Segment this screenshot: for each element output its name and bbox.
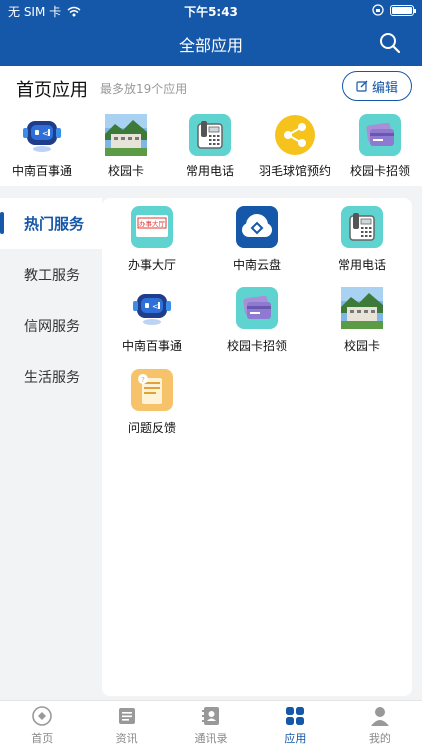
person-icon — [370, 707, 389, 726]
category-hot-services[interactable]: 热门服务 — [0, 198, 102, 249]
search-icon[interactable] — [378, 31, 402, 55]
app-label: 校园卡 — [343, 339, 380, 353]
tab-home[interactable]: 首页 — [0, 701, 84, 750]
category-life-services[interactable]: 生活服务 — [0, 351, 102, 402]
home-app-item[interactable]: 中南百事通 — [0, 114, 84, 179]
rotation-lock-icon — [372, 4, 384, 16]
status-bar: 无 SIM 卡 下午5:43 — [0, 0, 422, 22]
category-label: 教工服务 — [24, 267, 80, 284]
home-app-label: 中南百事通 — [11, 164, 72, 178]
home-apps-hint: 最多放19个应用 — [100, 82, 188, 96]
app-item[interactable]: 中南云盘 — [207, 206, 307, 273]
app-grid: 办事大厅 中南云盘 常用电话 中南百事通 校园卡招领 校园卡 问题反馈 — [102, 198, 412, 696]
phone-icon — [341, 206, 383, 248]
home-app-item[interactable]: 羽毛球馆预约 — [253, 114, 337, 179]
app-label: 中南云盘 — [232, 258, 281, 272]
tab-label: 通讯录 — [194, 732, 228, 745]
app-label: 常用电话 — [337, 258, 386, 272]
category-label: 热门服务 — [24, 215, 85, 233]
office-hall-icon — [131, 206, 173, 248]
cloud-disk-icon — [236, 206, 278, 248]
tab-label: 我的 — [368, 732, 391, 745]
category-network-services[interactable]: 信网服务 — [0, 300, 102, 351]
category-label: 生活服务 — [24, 369, 80, 386]
app-header: 无 SIM 卡 下午5:43 全部应用 — [0, 0, 422, 66]
news-icon — [118, 708, 135, 724]
tab-label: 应用 — [284, 732, 307, 745]
campus-photo-icon — [341, 287, 383, 329]
battery-icon — [390, 4, 416, 16]
home-app-label: 常用电话 — [185, 164, 234, 178]
tab-contacts[interactable]: 通讯录 — [169, 701, 253, 750]
app-item[interactable]: 问题反馈 — [102, 369, 202, 436]
edit-button[interactable]: 编辑 — [342, 71, 412, 101]
category-sidebar: 热门服务 教工服务 信网服务 生活服务 — [0, 198, 102, 402]
home-app-item[interactable]: 常用电话 — [168, 114, 252, 179]
app-item[interactable]: 校园卡招领 — [207, 287, 307, 354]
tab-label: 资讯 — [115, 732, 138, 745]
share-icon — [274, 114, 316, 156]
page-title: 全部应用 — [178, 36, 243, 55]
home-emblem-icon — [32, 706, 53, 726]
edit-icon — [356, 80, 368, 92]
category-label: 信网服务 — [24, 318, 80, 335]
clock: 下午5:43 — [184, 5, 238, 19]
tab-label: 首页 — [31, 732, 54, 745]
edit-button-label: 编辑 — [371, 80, 398, 96]
card-icon — [359, 114, 401, 156]
feedback-icon — [131, 369, 173, 411]
app-item[interactable]: 校园卡 — [312, 287, 412, 354]
home-app-label: 校园卡招领 — [349, 164, 410, 178]
home-app-item[interactable]: 校园卡 — [84, 114, 168, 179]
home-app-label: 校园卡 — [107, 164, 144, 178]
contacts-icon — [202, 707, 220, 725]
campus-photo-icon — [105, 114, 147, 156]
tab-apps[interactable]: 应用 — [253, 701, 337, 750]
app-label: 办事大厅 — [127, 258, 176, 272]
app-browser: 热门服务 教工服务 信网服务 生活服务 办事大厅 中南云盘 常用电话 中南百事通 — [0, 186, 422, 700]
home-app-item[interactable]: 校园卡招领 — [338, 114, 422, 179]
robot-icon — [131, 287, 173, 329]
home-apps-section: 首页应用 最多放19个应用 编辑 中南百事通 校园卡 常用电话 羽毛球馆预约 校… — [0, 66, 422, 186]
app-item[interactable]: 中南百事通 — [102, 287, 202, 354]
app-label: 校园卡招领 — [226, 339, 287, 353]
tab-profile[interactable]: 我的 — [338, 701, 422, 750]
app-label: 问题反馈 — [127, 421, 176, 435]
app-item[interactable]: 办事大厅 — [102, 206, 202, 273]
category-staff-services[interactable]: 教工服务 — [0, 249, 102, 300]
card-icon — [236, 287, 278, 329]
apps-grid-icon — [286, 707, 305, 725]
home-apps-title: 首页应用 — [16, 80, 88, 101]
home-apps-row: 中南百事通 校园卡 常用电话 羽毛球馆预约 校园卡招领 — [0, 114, 422, 178]
robot-icon — [21, 114, 63, 156]
home-app-label: 羽毛球馆预约 — [258, 164, 331, 178]
app-item[interactable]: 常用电话 — [312, 206, 412, 273]
phone-icon — [189, 114, 231, 156]
tab-bar: 首页 资讯 通讯录 应用 我的 — [0, 700, 422, 750]
app-label: 中南百事通 — [121, 339, 182, 353]
tab-news[interactable]: 资讯 — [84, 701, 168, 750]
